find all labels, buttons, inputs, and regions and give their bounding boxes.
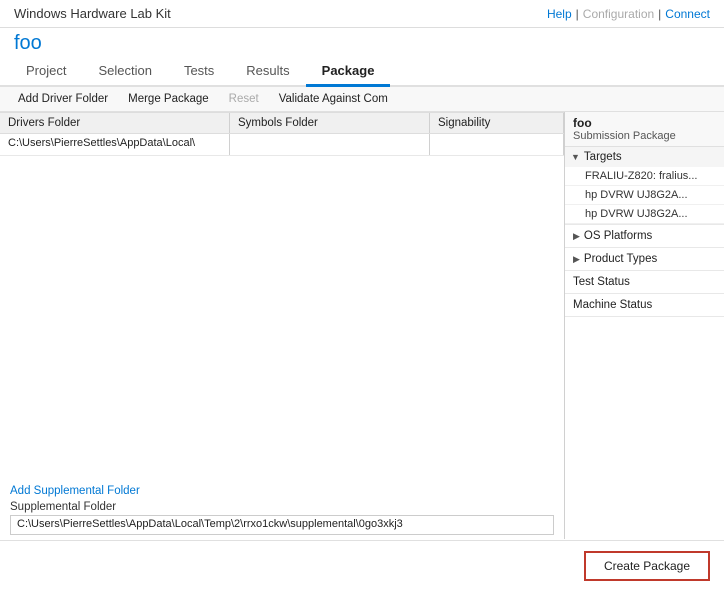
- tab-results[interactable]: Results: [230, 57, 305, 87]
- sep2: |: [658, 7, 661, 21]
- folder-path-row: C:\Users\PierreSettles\AppData\Local\: [0, 134, 564, 156]
- machine-status-row[interactable]: Machine Status: [565, 294, 724, 317]
- tab-selection[interactable]: Selection: [82, 57, 167, 87]
- config-link[interactable]: Configuration: [583, 7, 654, 21]
- target-item-2: hp DVRW UJ8G2A...: [565, 205, 724, 224]
- right-panel-header: foo Submission Package: [565, 112, 724, 147]
- drivers-path-cell[interactable]: C:\Users\PierreSettles\AppData\Local\: [0, 134, 230, 155]
- signability-cell: [430, 134, 564, 155]
- main-content: Drivers Folder Symbols Folder Signabilit…: [0, 112, 564, 539]
- add-driver-folder-button[interactable]: Add Driver Folder: [8, 90, 118, 108]
- col-header-drivers: Drivers Folder: [0, 113, 230, 133]
- bottom-bar: Create Package: [0, 540, 724, 591]
- folder-table-headers: Drivers Folder Symbols Folder Signabilit…: [0, 112, 564, 134]
- test-status-row[interactable]: Test Status: [565, 271, 724, 294]
- product-types-row[interactable]: ▶ Product Types: [565, 248, 724, 271]
- app-title: Windows Hardware Lab Kit: [14, 6, 171, 21]
- right-pkg-sub: Submission Package: [573, 130, 716, 142]
- app-header: Windows Hardware Lab Kit Help | Configur…: [0, 0, 724, 28]
- sep1: |: [576, 7, 579, 21]
- merge-package-button[interactable]: Merge Package: [118, 90, 219, 108]
- supplemental-path[interactable]: C:\Users\PierreSettles\AppData\Local\Tem…: [10, 515, 554, 535]
- help-link[interactable]: Help: [547, 7, 572, 21]
- tab-package[interactable]: Package: [306, 57, 391, 87]
- machine-status-label: Machine Status: [573, 299, 652, 311]
- product-types-label: Product Types: [584, 253, 657, 265]
- nav-tabs: Project Selection Tests Results Package: [0, 57, 724, 87]
- os-platforms-label: OS Platforms: [584, 230, 652, 242]
- target-item-1: hp DVRW UJ8G2A...: [565, 186, 724, 205]
- connect-link[interactable]: Connect: [665, 7, 710, 21]
- toolbar: Add Driver Folder Merge Package Reset Va…: [0, 87, 724, 112]
- os-platforms-arrow-icon: ▶: [573, 231, 580, 242]
- reset-button[interactable]: Reset: [219, 90, 269, 108]
- target-item-0: FRALIU-Z820: fralius...: [565, 167, 724, 186]
- tab-project[interactable]: Project: [10, 57, 82, 87]
- col-header-signability: Signability: [430, 113, 564, 133]
- project-name: foo: [0, 28, 724, 57]
- product-types-arrow-icon: ▶: [573, 254, 580, 265]
- symbols-path-cell: [230, 134, 430, 155]
- targets-node: ▼ Targets FRALIU-Z820: fralius... hp DVR…: [565, 147, 724, 225]
- add-supplemental-folder-button[interactable]: Add Supplemental Folder: [10, 485, 140, 497]
- targets-label: Targets: [584, 151, 622, 163]
- targets-header[interactable]: ▼ Targets: [565, 147, 724, 167]
- header-nav-links: Help | Configuration | Connect: [547, 7, 710, 21]
- tab-tests[interactable]: Tests: [168, 57, 230, 87]
- right-panel: foo Submission Package ▼ Targets FRALIU-…: [564, 112, 724, 539]
- create-package-button[interactable]: Create Package: [584, 551, 710, 581]
- supplemental-section: Add Supplemental Folder Supplemental Fol…: [0, 475, 564, 539]
- empty-area: [0, 156, 564, 475]
- supplemental-folder-label: Supplemental Folder: [10, 497, 554, 515]
- right-pkg-name: foo: [573, 116, 716, 130]
- targets-arrow-icon: ▼: [571, 152, 580, 162]
- col-header-symbols: Symbols Folder: [230, 113, 430, 133]
- validate-button[interactable]: Validate Against Com: [269, 90, 398, 108]
- os-platforms-row[interactable]: ▶ OS Platforms: [565, 225, 724, 248]
- test-status-label: Test Status: [573, 276, 630, 288]
